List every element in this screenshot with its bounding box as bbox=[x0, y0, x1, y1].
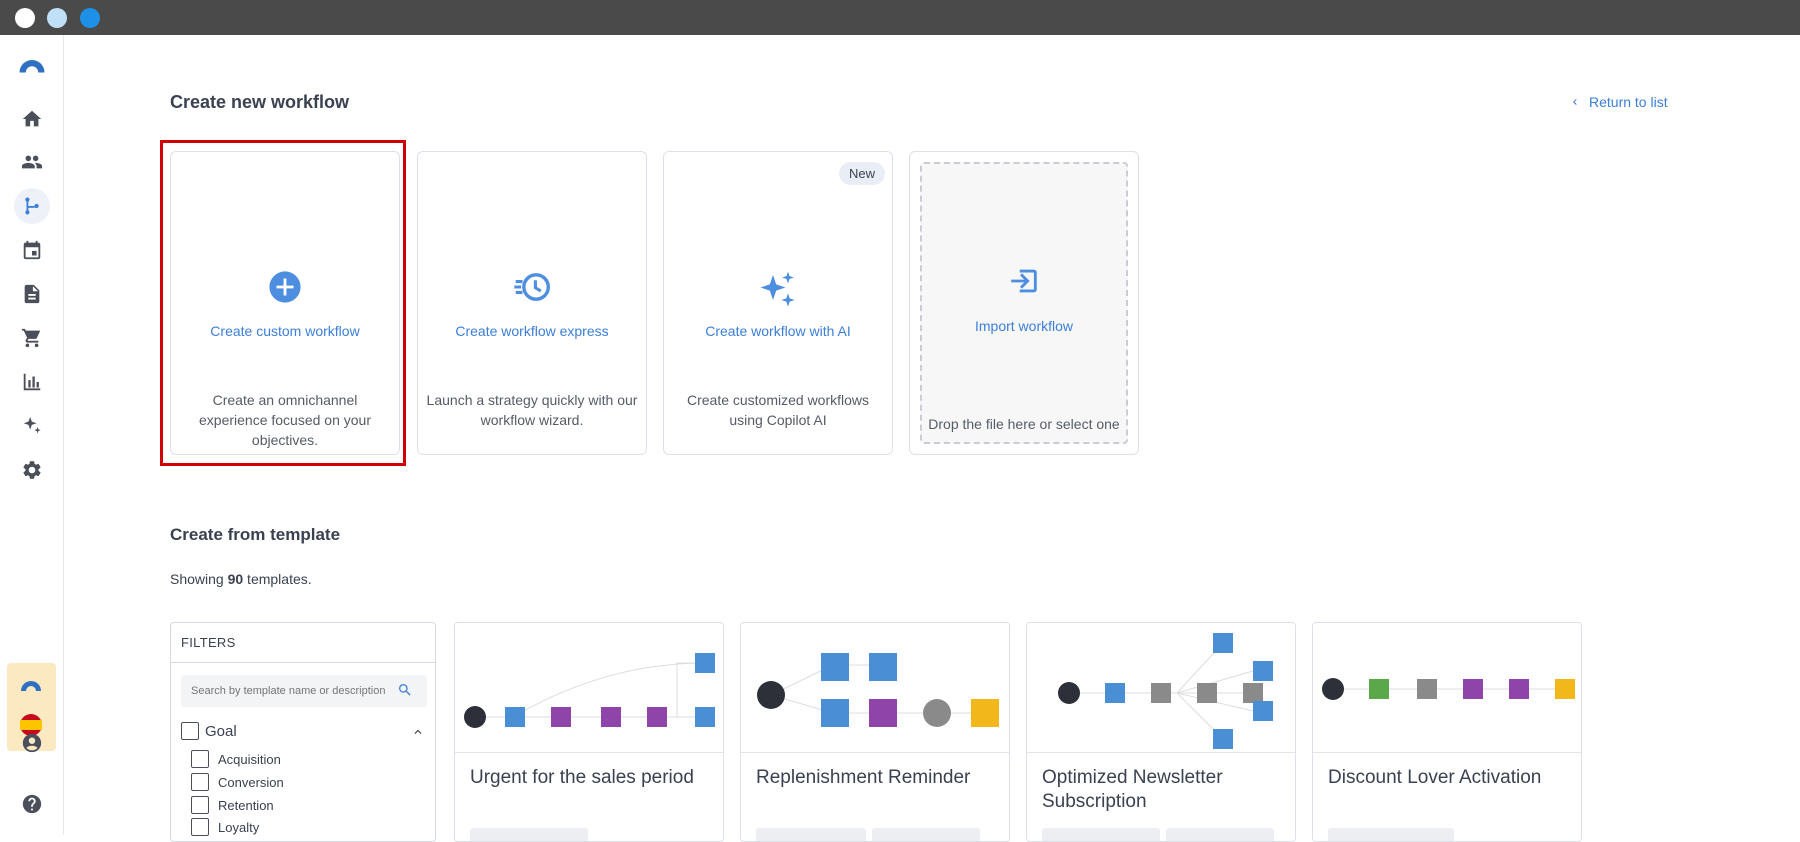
new-badge: New bbox=[838, 162, 885, 185]
bar-chart-icon[interactable] bbox=[14, 364, 50, 400]
window-maximize-dot[interactable] bbox=[80, 8, 100, 28]
option-description: Launch a strategy quickly with our workf… bbox=[426, 392, 638, 428]
calendar-icon[interactable] bbox=[14, 232, 50, 268]
cart-icon[interactable] bbox=[14, 320, 50, 356]
template-card[interactable]: Urgent for the sales period bbox=[454, 622, 724, 842]
filter-group-label: Goal bbox=[205, 722, 237, 740]
users-icon[interactable] bbox=[14, 144, 50, 180]
window-minimize-dot[interactable] bbox=[47, 8, 67, 28]
window-close-dot[interactable] bbox=[15, 8, 35, 28]
return-to-list-link[interactable]: Return to list bbox=[1569, 94, 1668, 110]
filter-item-conversion[interactable]: Conversion bbox=[191, 773, 284, 791]
template-tag bbox=[470, 828, 588, 841]
workflow-icon[interactable] bbox=[14, 188, 50, 224]
filters-panel: FILTERS Goal Acquisition Conversion Rete… bbox=[170, 622, 436, 842]
sidebar bbox=[0, 35, 64, 835]
templates-title: Create from template bbox=[170, 525, 341, 544]
template-preview bbox=[741, 623, 1009, 753]
template-search-input[interactable] bbox=[181, 675, 427, 707]
filter-item-loyalty[interactable]: Loyalty bbox=[191, 818, 259, 836]
window-titlebar bbox=[0, 0, 1800, 35]
chevron-left-icon bbox=[1573, 99, 1577, 105]
brand-logo-icon bbox=[21, 681, 41, 691]
document-icon[interactable] bbox=[14, 276, 50, 312]
template-name: Optimized Newsletter Subscription bbox=[1042, 767, 1223, 812]
import-icon bbox=[910, 264, 1138, 298]
template-tag bbox=[872, 828, 980, 841]
page-title: Create new workflow bbox=[170, 92, 350, 112]
template-tag bbox=[1328, 828, 1454, 841]
templates-count-text: Showing 90 templates. bbox=[170, 571, 312, 587]
option-title: Create workflow express bbox=[455, 323, 609, 339]
template-card[interactable]: Replenishment Reminder bbox=[740, 622, 1010, 842]
option-description: Create customized workflows using Copilo… bbox=[686, 392, 870, 428]
template-name: Replenishment Reminder bbox=[756, 767, 971, 788]
option-description: Drop the file here or select one bbox=[928, 416, 1120, 432]
help-icon[interactable] bbox=[14, 786, 50, 822]
gear-icon[interactable] bbox=[14, 452, 50, 488]
goal-checkbox[interactable] bbox=[181, 722, 199, 740]
option-title: Create workflow with AI bbox=[705, 323, 851, 339]
file-dropzone[interactable] bbox=[920, 162, 1128, 444]
template-preview bbox=[1027, 623, 1295, 753]
sparkles-icon bbox=[664, 270, 892, 310]
clock-fast-icon bbox=[418, 270, 646, 304]
template-preview bbox=[455, 623, 723, 753]
filters-header: FILTERS bbox=[171, 623, 435, 663]
account-icon[interactable] bbox=[14, 725, 50, 761]
chevron-up-icon[interactable] bbox=[411, 725, 425, 739]
template-preview bbox=[1313, 623, 1581, 753]
template-card[interactable]: Discount Lover Activation bbox=[1312, 622, 1582, 842]
option-title: Import workflow bbox=[974, 318, 1074, 334]
main-content: Create new workflow Return to list Creat… bbox=[64, 35, 1800, 842]
template-tag bbox=[1042, 828, 1160, 841]
template-tag bbox=[756, 828, 866, 841]
import-workflow-card[interactable]: Import workflow Drop the file here or se… bbox=[909, 151, 1139, 455]
filter-item-retention[interactable]: Retention bbox=[191, 796, 274, 814]
template-name: Discount Lover Activation bbox=[1328, 767, 1542, 788]
filter-group-goal[interactable]: Goal bbox=[181, 722, 237, 740]
home-icon[interactable] bbox=[14, 101, 50, 137]
search-icon[interactable] bbox=[397, 682, 413, 698]
create-workflow-ai-card[interactable]: New Create workflow with AI Create custo… bbox=[663, 151, 893, 455]
selection-highlight bbox=[160, 140, 406, 466]
return-to-list-label: Return to list bbox=[1589, 94, 1668, 110]
template-card[interactable]: Optimized Newsletter Subscription bbox=[1026, 622, 1296, 842]
template-tag bbox=[1166, 828, 1274, 841]
template-name: Urgent for the sales period bbox=[470, 767, 694, 788]
templates-count: 90 bbox=[227, 571, 244, 587]
create-workflow-express-card[interactable]: Create workflow express Launch a strateg… bbox=[417, 151, 647, 455]
filter-item-acquisition[interactable]: Acquisition bbox=[191, 750, 281, 768]
app-logo-icon[interactable] bbox=[14, 47, 50, 83]
sparkles-icon[interactable] bbox=[14, 408, 50, 444]
